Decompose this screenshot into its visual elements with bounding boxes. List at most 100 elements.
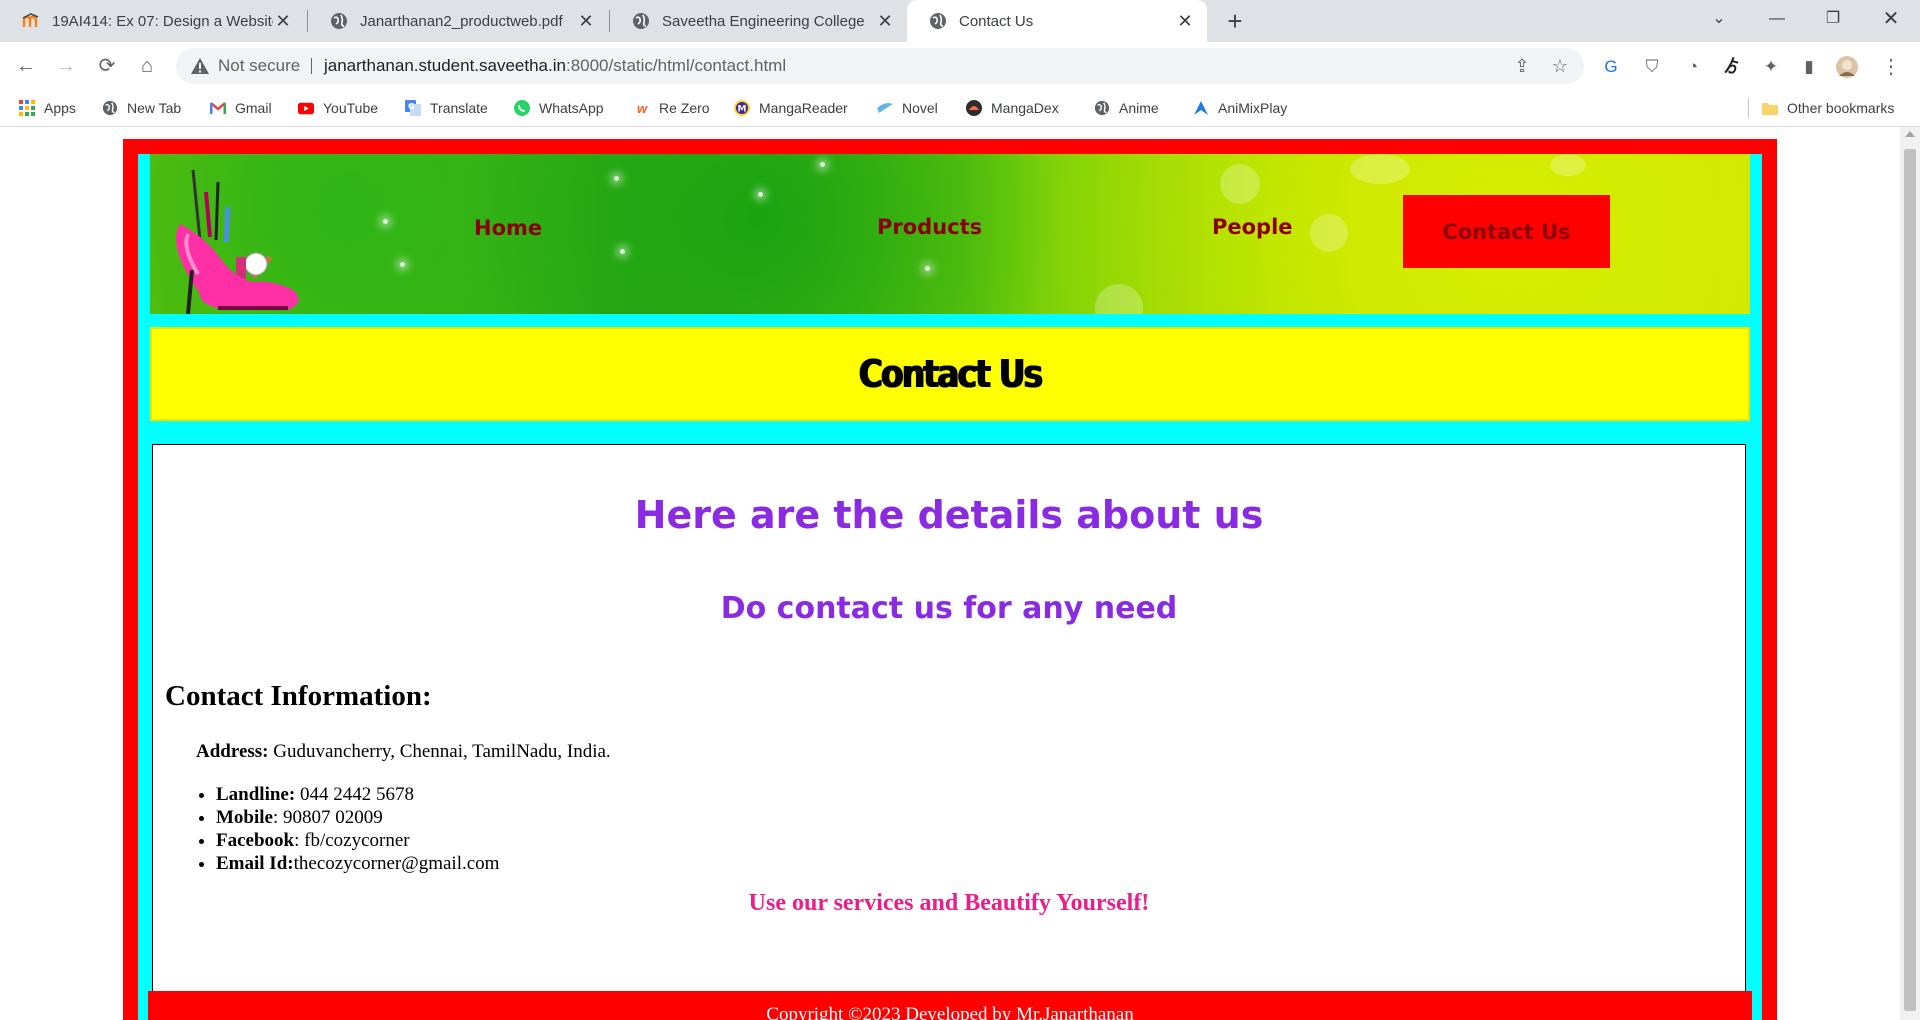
tab-saveetha[interactable]: Saveetha Engineering College ✕ bbox=[610, 0, 907, 42]
bookmark-label: MangaReader bbox=[759, 100, 848, 116]
bookmark-apps[interactable]: Apps bbox=[19, 90, 76, 126]
folder-icon bbox=[1762, 100, 1778, 116]
bookmark-novel[interactable]: Novel bbox=[877, 90, 938, 126]
whatsapp-icon bbox=[514, 100, 530, 116]
tab-moodle[interactable]: 19AI414: Ex 07: Design a Website ✕ bbox=[0, 0, 305, 42]
youtube-icon bbox=[298, 100, 314, 116]
address-label: Address: bbox=[196, 741, 269, 762]
scroll-up-arrow-icon[interactable] bbox=[1905, 131, 1915, 137]
omnibox-divider bbox=[311, 58, 312, 74]
globe-icon bbox=[929, 12, 947, 30]
browser-toolbar: ← → ⟳ ⌂ Not secure janarthanan.student.s… bbox=[0, 42, 1920, 90]
bookmark-label: Gmail bbox=[235, 100, 272, 116]
novel-icon bbox=[877, 100, 893, 116]
details-heading: Here are the details about us bbox=[634, 493, 1264, 537]
email-label: Email Id: bbox=[216, 853, 294, 874]
list-item-landline: Landline: 044 2442 5678 bbox=[216, 783, 499, 806]
outer-red-border: Home Products People Contact Us Contact … bbox=[123, 139, 1777, 1020]
back-arrow-icon[interactable]: ← bbox=[10, 50, 42, 82]
close-icon[interactable]: ✕ bbox=[875, 11, 895, 32]
nav-products-link[interactable]: Products bbox=[877, 215, 982, 239]
landline-value: 044 2442 5678 bbox=[295, 784, 414, 805]
bookmark-new-tab[interactable]: New Tab bbox=[102, 90, 181, 126]
bookmark-label: MangaDex bbox=[991, 100, 1059, 116]
side-panel-icon[interactable]: ▮ bbox=[1798, 56, 1820, 78]
url-path: :8000/static/html/contact.html bbox=[565, 56, 787, 75]
bookmark-re-zero[interactable]: w Re Zero bbox=[634, 90, 710, 126]
tab-pdf[interactable]: Janarthanan2_productweb.pdf ✕ bbox=[308, 0, 608, 42]
profile-avatar[interactable] bbox=[1836, 56, 1858, 78]
reload-icon[interactable]: ⟳ bbox=[91, 50, 123, 82]
bookmark-whatsapp[interactable]: WhatsApp bbox=[514, 90, 604, 126]
bookmark-mangareader[interactable]: M MangaReader bbox=[734, 90, 848, 126]
list-item-mobile: Mobile: 90807 02009 bbox=[216, 806, 499, 829]
bokeh-light bbox=[1310, 214, 1348, 252]
facebook-value: : fb/cozycorner bbox=[294, 830, 410, 851]
google-translate-ext-icon[interactable]: G bbox=[1600, 56, 1622, 78]
sparkle bbox=[620, 249, 625, 254]
address-bar[interactable]: Not secure janarthanan.student.saveetha.… bbox=[176, 48, 1584, 84]
grammar-ext-icon[interactable]: ゟ bbox=[1721, 56, 1743, 78]
restore-icon[interactable]: ❐ bbox=[1808, 0, 1858, 38]
page-footer: Copyright ©2023 Developed by Mr.Janartha… bbox=[148, 991, 1752, 1020]
nav-contact-label: Contact Us bbox=[1442, 219, 1571, 244]
bookmark-label: New Tab bbox=[127, 100, 182, 116]
contact-subheading: Do contact us for any need bbox=[720, 591, 1178, 626]
warning-triangle-icon[interactable] bbox=[190, 56, 210, 76]
sparkle bbox=[925, 266, 930, 271]
bookmark-youtube[interactable]: YouTube bbox=[298, 90, 378, 126]
bookmark-anime[interactable]: Anime bbox=[1094, 90, 1159, 126]
nav-home-link[interactable]: Home bbox=[474, 216, 542, 240]
forward-arrow-icon[interactable]: → bbox=[50, 50, 82, 82]
address-line: Address: Guduvancherry, Chennai, TamilNa… bbox=[196, 741, 611, 763]
globe-icon bbox=[330, 12, 348, 30]
contact-content-box: Here are the details about us Do contact… bbox=[152, 444, 1746, 996]
close-icon[interactable]: ✕ bbox=[1175, 11, 1195, 32]
bookmark-animixplay[interactable]: AniMixPlay bbox=[1193, 90, 1287, 126]
window-close-icon[interactable]: ✕ bbox=[1866, 0, 1916, 38]
puzzle-extensions-icon[interactable]: ✦ bbox=[1760, 56, 1782, 78]
kebab-menu-icon[interactable]: ⋮ bbox=[1880, 56, 1902, 78]
bookmark-star-icon[interactable]: ☆ bbox=[1548, 54, 1572, 78]
speed-ext-icon[interactable]: ◔ bbox=[1682, 56, 1704, 78]
new-tab-plus-icon[interactable]: + bbox=[1220, 6, 1250, 36]
landline-label: Landline: bbox=[216, 784, 296, 805]
header-banner: Home Products People Contact Us bbox=[150, 154, 1750, 314]
minimize-icon[interactable]: — bbox=[1752, 0, 1802, 38]
bokeh-light bbox=[1220, 164, 1260, 204]
vertical-scrollbar[interactable] bbox=[1900, 127, 1920, 1020]
facebook-label: Facebook bbox=[216, 830, 295, 851]
mobile-label: Mobile bbox=[216, 807, 273, 828]
bookmark-label: Re Zero bbox=[659, 100, 710, 116]
bookmark-mangadex[interactable]: MangaDex bbox=[966, 90, 1059, 126]
url-host: janarthanan.student.saveetha.in bbox=[324, 56, 566, 75]
bookmarks-bar: Apps New Tab Gmail YouTube G Translate W… bbox=[0, 90, 1920, 127]
sparkle bbox=[820, 162, 825, 167]
mobile-value: : 90807 02009 bbox=[273, 807, 383, 828]
svg-text:M: M bbox=[738, 105, 747, 115]
bookmark-other-folder[interactable]: Other bookmarks bbox=[1762, 90, 1894, 126]
tab-search-chevron-icon[interactable]: ⌄ bbox=[1694, 0, 1744, 38]
nav-people-link[interactable]: People bbox=[1212, 215, 1293, 239]
tab-contact-active[interactable]: Contact Us ✕ bbox=[907, 0, 1207, 42]
sparkle bbox=[758, 192, 763, 197]
share-icon[interactable]: ⇪ bbox=[1510, 54, 1534, 78]
close-icon[interactable]: ✕ bbox=[273, 11, 293, 32]
home-icon[interactable]: ⌂ bbox=[131, 50, 163, 82]
bookmark-gmail[interactable]: Gmail bbox=[210, 90, 272, 126]
rezero-icon: w bbox=[636, 100, 648, 116]
address-value: Guduvancherry, Chennai, TamilNadu, India… bbox=[268, 741, 611, 762]
tab-title: Contact Us bbox=[959, 12, 1034, 30]
bokeh-light bbox=[1095, 284, 1143, 314]
bookmark-label: Apps bbox=[44, 100, 76, 116]
close-icon[interactable]: ✕ bbox=[576, 11, 596, 32]
bookmark-label: Anime bbox=[1119, 100, 1159, 116]
url-text[interactable]: janarthanan.student.saveetha.in:8000/sta… bbox=[324, 48, 786, 84]
nav-contact-us-button[interactable]: Contact Us bbox=[1403, 195, 1610, 268]
not-secure-label[interactable]: Not secure bbox=[218, 48, 300, 84]
shield-ext-icon[interactable]: ⛉ bbox=[1641, 56, 1663, 78]
moodle-icon bbox=[22, 12, 40, 30]
scrollbar-thumb[interactable] bbox=[1904, 149, 1916, 1011]
browser-tab-strip: 19AI414: Ex 07: Design a Website ✕ Janar… bbox=[0, 0, 1920, 42]
bookmark-translate[interactable]: G Translate bbox=[405, 90, 488, 126]
